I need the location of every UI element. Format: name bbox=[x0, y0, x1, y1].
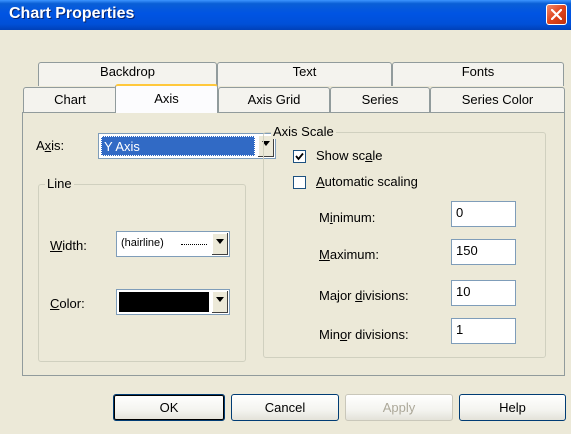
tab-chart[interactable]: Chart bbox=[23, 87, 117, 113]
tab-series[interactable]: Series bbox=[330, 87, 430, 113]
check-icon bbox=[295, 152, 304, 161]
major-divisions-label: Major divisions: bbox=[319, 288, 409, 303]
tab-label: Backdrop bbox=[100, 64, 155, 79]
color-label: Color: bbox=[50, 296, 85, 311]
axis-select[interactable]: Y Axis bbox=[98, 133, 276, 159]
tab-label: Series bbox=[361, 92, 399, 107]
axis-selected-highlight: Y Axis bbox=[101, 136, 255, 156]
chevron-down-icon bbox=[216, 297, 224, 302]
title-bar[interactable]: Chart Properties bbox=[0, 0, 571, 30]
cancel-button[interactable]: Cancel bbox=[231, 394, 339, 421]
axis-scale-title: Axis Scale bbox=[271, 124, 336, 139]
line-group bbox=[38, 184, 246, 362]
tab-series-color[interactable]: Series Color bbox=[430, 87, 565, 113]
tab-label: Axis Grid bbox=[247, 92, 301, 107]
axis-label: Axis: bbox=[36, 138, 65, 153]
line-group-title: Line bbox=[45, 176, 74, 191]
hairline-preview bbox=[181, 244, 207, 245]
width-select[interactable]: (hairline) bbox=[116, 231, 230, 257]
automatic-scaling-label: Automatic scaling bbox=[316, 174, 418, 189]
tab-axis[interactable]: Axis bbox=[115, 84, 218, 113]
chevron-down-icon bbox=[216, 239, 224, 244]
show-scale-label: Show scale bbox=[316, 148, 383, 163]
maximum-input[interactable]: 150 bbox=[451, 239, 516, 265]
close-button[interactable] bbox=[546, 4, 567, 25]
tab-label: Fonts bbox=[461, 64, 495, 79]
minimum-input[interactable]: 0 bbox=[451, 201, 516, 227]
tab-backdrop[interactable]: Backdrop bbox=[38, 62, 217, 86]
tab-axis-grid[interactable]: Axis Grid bbox=[218, 87, 330, 113]
ok-button[interactable]: OK bbox=[113, 394, 225, 421]
width-label: Width: bbox=[50, 238, 87, 253]
tab-fonts[interactable]: Fonts bbox=[392, 62, 564, 86]
tab-label: Chart bbox=[54, 92, 86, 107]
maximum-label: Maximum: bbox=[319, 247, 379, 262]
color-select[interactable] bbox=[116, 289, 230, 315]
width-value: (hairline) bbox=[121, 237, 164, 249]
minor-divisions-label: Minor divisions: bbox=[319, 327, 409, 342]
color-swatch bbox=[119, 292, 209, 312]
help-button[interactable]: Help bbox=[459, 394, 566, 421]
window-title: Chart Properties bbox=[9, 5, 135, 22]
axis-value: Y Axis bbox=[104, 139, 140, 154]
axis-tab-page: Axis: Y Axis Line Width: (hairline) Colo… bbox=[22, 112, 565, 376]
automatic-scaling-checkbox[interactable] bbox=[293, 176, 306, 189]
tab-label: Axis bbox=[154, 91, 179, 106]
tab-label: Series Color bbox=[461, 92, 534, 107]
tab-label: Text bbox=[292, 64, 317, 79]
color-dropdown-button[interactable] bbox=[211, 291, 228, 313]
minimum-label: Minimum: bbox=[319, 210, 376, 225]
minor-divisions-input[interactable]: 1 bbox=[451, 318, 516, 344]
show-scale-checkbox[interactable] bbox=[293, 150, 306, 163]
chart-properties-dialog: Chart Properties Backdrop Text Fonts Cha… bbox=[0, 0, 571, 434]
width-dropdown-button[interactable] bbox=[211, 233, 228, 255]
apply-button[interactable]: Apply bbox=[345, 394, 453, 421]
close-icon bbox=[551, 9, 562, 20]
tab-text[interactable]: Text bbox=[217, 62, 392, 86]
major-divisions-input[interactable]: 10 bbox=[451, 280, 516, 306]
